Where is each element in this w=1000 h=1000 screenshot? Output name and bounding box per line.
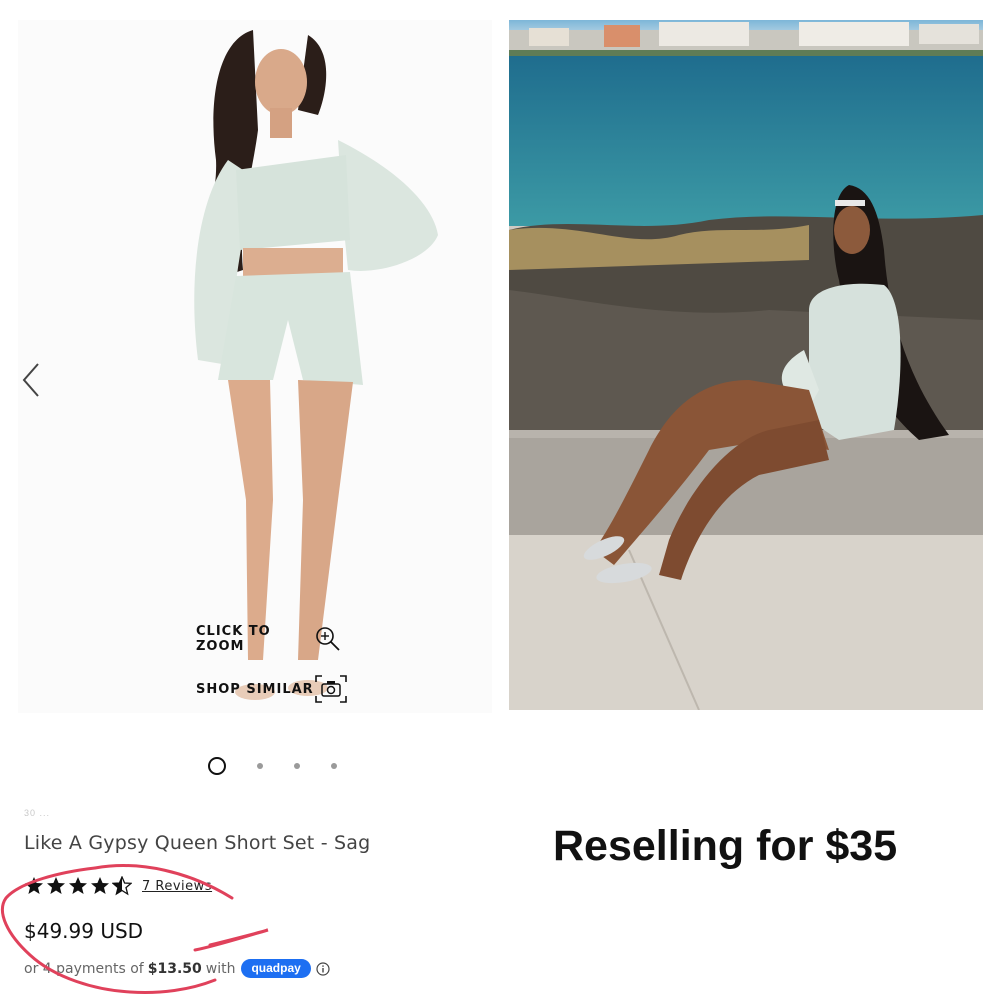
magnifier-plus-icon — [316, 627, 340, 651]
star-half-icon — [112, 876, 132, 896]
star-full-icon — [47, 877, 65, 894]
click-to-zoom-button[interactable]: CLICK TO ZOOM — [196, 624, 342, 654]
carousel-dot-3[interactable] — [294, 763, 300, 769]
rating-row: 7 Reviews — [24, 876, 212, 896]
installments-row: or 4 payments of $13.50 with quadpay — [24, 959, 330, 978]
beach-scene-image — [509, 20, 983, 710]
star-rating — [24, 876, 132, 896]
click-to-zoom-label: CLICK TO ZOOM — [196, 624, 271, 654]
payments-prefix: or 4 payments of — [24, 960, 144, 977]
quadpay-badge[interactable]: quadpay — [241, 959, 311, 978]
carousel-pagination — [208, 757, 337, 775]
carousel-dot-2[interactable] — [257, 763, 263, 769]
chevron-left-icon[interactable] — [18, 350, 56, 410]
star-full-icon — [69, 877, 87, 894]
camera-icon — [315, 675, 347, 703]
reviews-link[interactable]: 7 Reviews — [142, 879, 212, 894]
lifestyle-photo — [509, 20, 983, 710]
info-icon[interactable] — [316, 961, 330, 976]
product-title: Like A Gypsy Queen Short Set - Sag — [24, 832, 371, 854]
payment-amount: $13.50 — [147, 960, 202, 977]
product-sku-faint: 30 ... — [24, 808, 51, 818]
shop-similar-button[interactable]: SHOP SIMILAR — [196, 674, 348, 704]
reselling-caption: Reselling for $35 — [553, 822, 898, 870]
product-price: $49.99 USD — [24, 919, 144, 943]
carousel-dot-1[interactable] — [208, 757, 226, 775]
shop-similar-label: SHOP SIMILAR — [196, 681, 314, 697]
carousel-dot-4[interactable] — [331, 763, 337, 769]
model-product-photo — [194, 30, 438, 700]
product-image-panel[interactable]: CLICK TO ZOOM SHOP SIMILAR — [18, 20, 492, 713]
star-full-icon — [91, 877, 109, 894]
star-full-icon — [25, 877, 43, 894]
payments-with: with — [205, 960, 236, 977]
